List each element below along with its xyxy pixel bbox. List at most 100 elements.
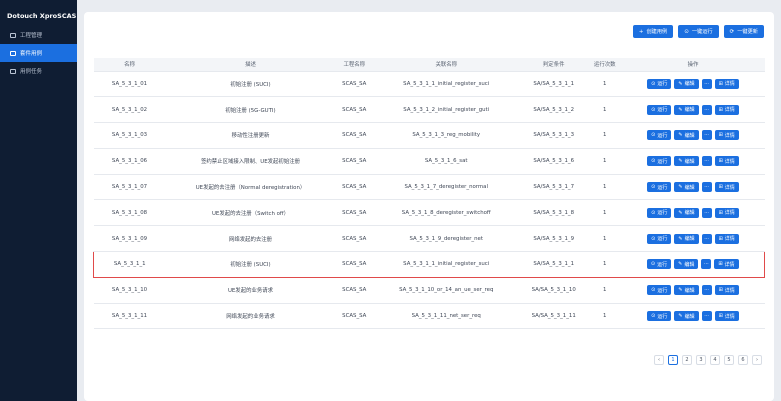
run-button[interactable]: ⊙ 运行 — [646, 259, 672, 270]
run-button[interactable]: ⊙ 运行 — [647, 104, 672, 115]
detail-button[interactable]: ⊞ 详情 — [714, 311, 739, 322]
detail-button[interactable]: ⊞ 详情 — [714, 182, 739, 193]
table-row: SA_5_3_1_07 UE发起的去注册（Normal deregistratio… — [93, 174, 765, 201]
run-button[interactable]: ⊙ 运行 — [647, 311, 672, 322]
page-button[interactable]: 6 — [738, 355, 748, 365]
table-row: SA_5_3_1_03 移动性注册更新 SCAS_SA SA_5_3_1_3_reg_… — [93, 122, 765, 149]
page-button[interactable]: 4 — [710, 355, 720, 365]
table-cell: UE发起的去注册（Normal deregistration） — [165, 174, 336, 201]
sidebar-item-tasks[interactable]: 用例任务 — [0, 62, 77, 80]
update-all-button[interactable]: ⟳ 一键更新 — [723, 25, 764, 38]
column-header: 工程名称 — [335, 58, 374, 72]
sidebar-item-label: 套件用例 — [20, 51, 43, 57]
actions-cell: ⊙ 运行 ✎ 编辑 ··· ⊞ 详情 — [621, 303, 765, 330]
table-cell: SCAS_SA — [335, 96, 374, 124]
edit-button[interactable]: ✎ 编辑 — [674, 182, 699, 193]
edit-button[interactable]: ✎ 编辑 — [674, 259, 699, 270]
edit-button[interactable]: ✎ 编辑 — [674, 130, 699, 141]
more-button[interactable]: ··· — [701, 78, 712, 89]
table-cell: SA_5_3_1_11 — [93, 303, 166, 330]
page-button[interactable]: 5 — [724, 355, 734, 365]
row-actions: ⊙ 运行 ✎ 编辑 ··· ⊞ 详情 — [621, 104, 764, 115]
sidebar: Dotouch XproSCAS 工程管理 套件用例 用例任务 — [0, 0, 77, 401]
table-cell: SA_5_3_1_1_initial_register_suci — [373, 71, 520, 98]
more-button[interactable]: ··· — [701, 130, 712, 141]
more-button[interactable]: ··· — [701, 311, 712, 322]
actions-cell: ⊙ 运行 ✎ 编辑 ··· ⊞ 详情 — [621, 277, 765, 304]
column-header: 描述 — [165, 58, 336, 72]
page-button[interactable]: 1 — [668, 355, 678, 365]
run-button[interactable]: ⊙ 运行 — [647, 182, 672, 193]
table-cell: SA_5_3_1_7_deregister_normal — [373, 174, 520, 201]
table-cell: SA/SA_5_3_1_10 — [519, 277, 588, 304]
table-cell: SA_5_3_1_1_initial_register_suci — [373, 251, 520, 278]
play-icon: ⊙ — [651, 158, 656, 165]
table-cell: SCAS_SA — [335, 199, 374, 227]
refresh-icon: ⟳ — [729, 28, 735, 35]
more-button[interactable]: ··· — [701, 259, 712, 270]
table-cell: 1 — [587, 199, 622, 227]
table-cell: SA_5_3_1_10_or_14_an_ue_ser_req — [373, 277, 520, 304]
edit-button[interactable]: ✎ 编辑 — [674, 104, 699, 115]
run-button[interactable]: ⊙ 运行 — [647, 233, 672, 244]
actions-cell: ⊙ 运行 ✎ 编辑 ··· ⊞ 详情 — [621, 199, 765, 227]
more-button[interactable]: ··· — [701, 233, 712, 244]
edit-button[interactable]: ✎ 编辑 — [674, 285, 699, 296]
play-icon: ⊙ — [684, 28, 689, 35]
table-cell: SA_5_3_1_11_net_ser_req — [373, 303, 520, 330]
edit-button[interactable]: ✎ 编辑 — [674, 156, 699, 167]
table-cell: SCAS_SA — [335, 122, 374, 149]
edit-icon: ✎ — [678, 158, 683, 165]
table-row: SA_5_3_1_09 网络发起的去注册 SCAS_SA SA_5_3_1_9_der… — [93, 225, 765, 253]
detail-button[interactable]: ⊞ 详情 — [714, 130, 739, 141]
test-case-table: 名称 描述 工程名称 关联名称 判定条件 运行次数 操作 SA_5_3_1_01… — [93, 58, 766, 330]
create-case-button[interactable]: + 创建用例 — [632, 25, 674, 38]
detail-button[interactable]: ⊞ 详情 — [714, 78, 739, 89]
table-cell: SA/SA_5_3_1_1 — [519, 71, 588, 98]
run-button[interactable]: ⊙ 运行 — [647, 207, 672, 218]
edit-button[interactable]: ✎ 编辑 — [674, 207, 699, 218]
table-row: SA_5_3_1_10 UE发起的业务请求 SCAS_SA SA_5_3_1_10_o… — [93, 277, 765, 304]
page-button[interactable]: 2 — [682, 355, 692, 365]
run-button[interactable]: ⊙ 运行 — [647, 156, 672, 167]
run-button[interactable]: ⊙ 运行 — [647, 78, 672, 89]
detail-button[interactable]: ⊞ 详情 — [714, 259, 739, 270]
actions-cell: ⊙ 运行 ✎ 编辑 ··· ⊞ 详情 — [621, 251, 766, 278]
edit-button[interactable]: ✎ 编辑 — [674, 78, 699, 89]
run-button[interactable]: ⊙ 运行 — [647, 285, 672, 296]
detail-button[interactable]: ⊞ 详情 — [714, 207, 739, 218]
table-row: SA_5_3_1_11 网络发起的业务请求 SCAS_SA SA_5_3_1_11_n… — [93, 303, 765, 330]
run-all-button[interactable]: ⊙ 一键运行 — [678, 25, 719, 38]
edit-button[interactable]: ✎ 编辑 — [674, 233, 699, 244]
table-cell: SA/SA_5_3_1_1 — [519, 251, 588, 278]
page-button[interactable]: 3 — [696, 355, 706, 365]
table-cell: 初始注册 (5G-GUTI) — [165, 96, 336, 124]
sidebar-item-projects[interactable]: 工程管理 — [0, 26, 77, 44]
next-page-button[interactable]: › — [752, 355, 762, 365]
table-cell: SA_5_3_1_02 — [93, 96, 166, 124]
list-icon — [10, 50, 16, 56]
play-icon: ⊙ — [651, 106, 656, 113]
more-button[interactable]: ··· — [701, 182, 712, 193]
sidebar-item-test-cases[interactable]: 套件用例 — [0, 44, 77, 62]
more-button[interactable]: ··· — [701, 285, 712, 296]
prev-page-button[interactable]: ‹ — [654, 355, 664, 365]
edit-icon: ✎ — [678, 132, 683, 139]
table-cell: SA_5_3_1_2_initial_register_guti — [373, 96, 520, 124]
edit-button[interactable]: ✎ 编辑 — [674, 311, 699, 322]
edit-icon: ✎ — [678, 106, 683, 113]
detail-button[interactable]: ⊞ 详情 — [714, 156, 739, 167]
detail-icon: ⊞ — [718, 235, 723, 242]
table-cell: SA_5_3_1_06 — [93, 148, 166, 175]
table-cell: SA_5_3_1_10 — [93, 277, 166, 304]
more-button[interactable]: ··· — [701, 156, 712, 167]
detail-button[interactable]: ⊞ 详情 — [714, 233, 739, 244]
row-actions: ⊙ 运行 ✎ 编辑 ··· ⊞ 详情 — [621, 259, 764, 270]
detail-button[interactable]: ⊞ 详情 — [714, 104, 739, 115]
plus-icon: + — [638, 28, 644, 35]
detail-button[interactable]: ⊞ 详情 — [714, 285, 739, 296]
more-button[interactable]: ··· — [701, 207, 712, 218]
edit-icon: ✎ — [678, 209, 683, 216]
more-button[interactable]: ··· — [701, 104, 712, 115]
run-button[interactable]: ⊙ 运行 — [647, 130, 672, 141]
